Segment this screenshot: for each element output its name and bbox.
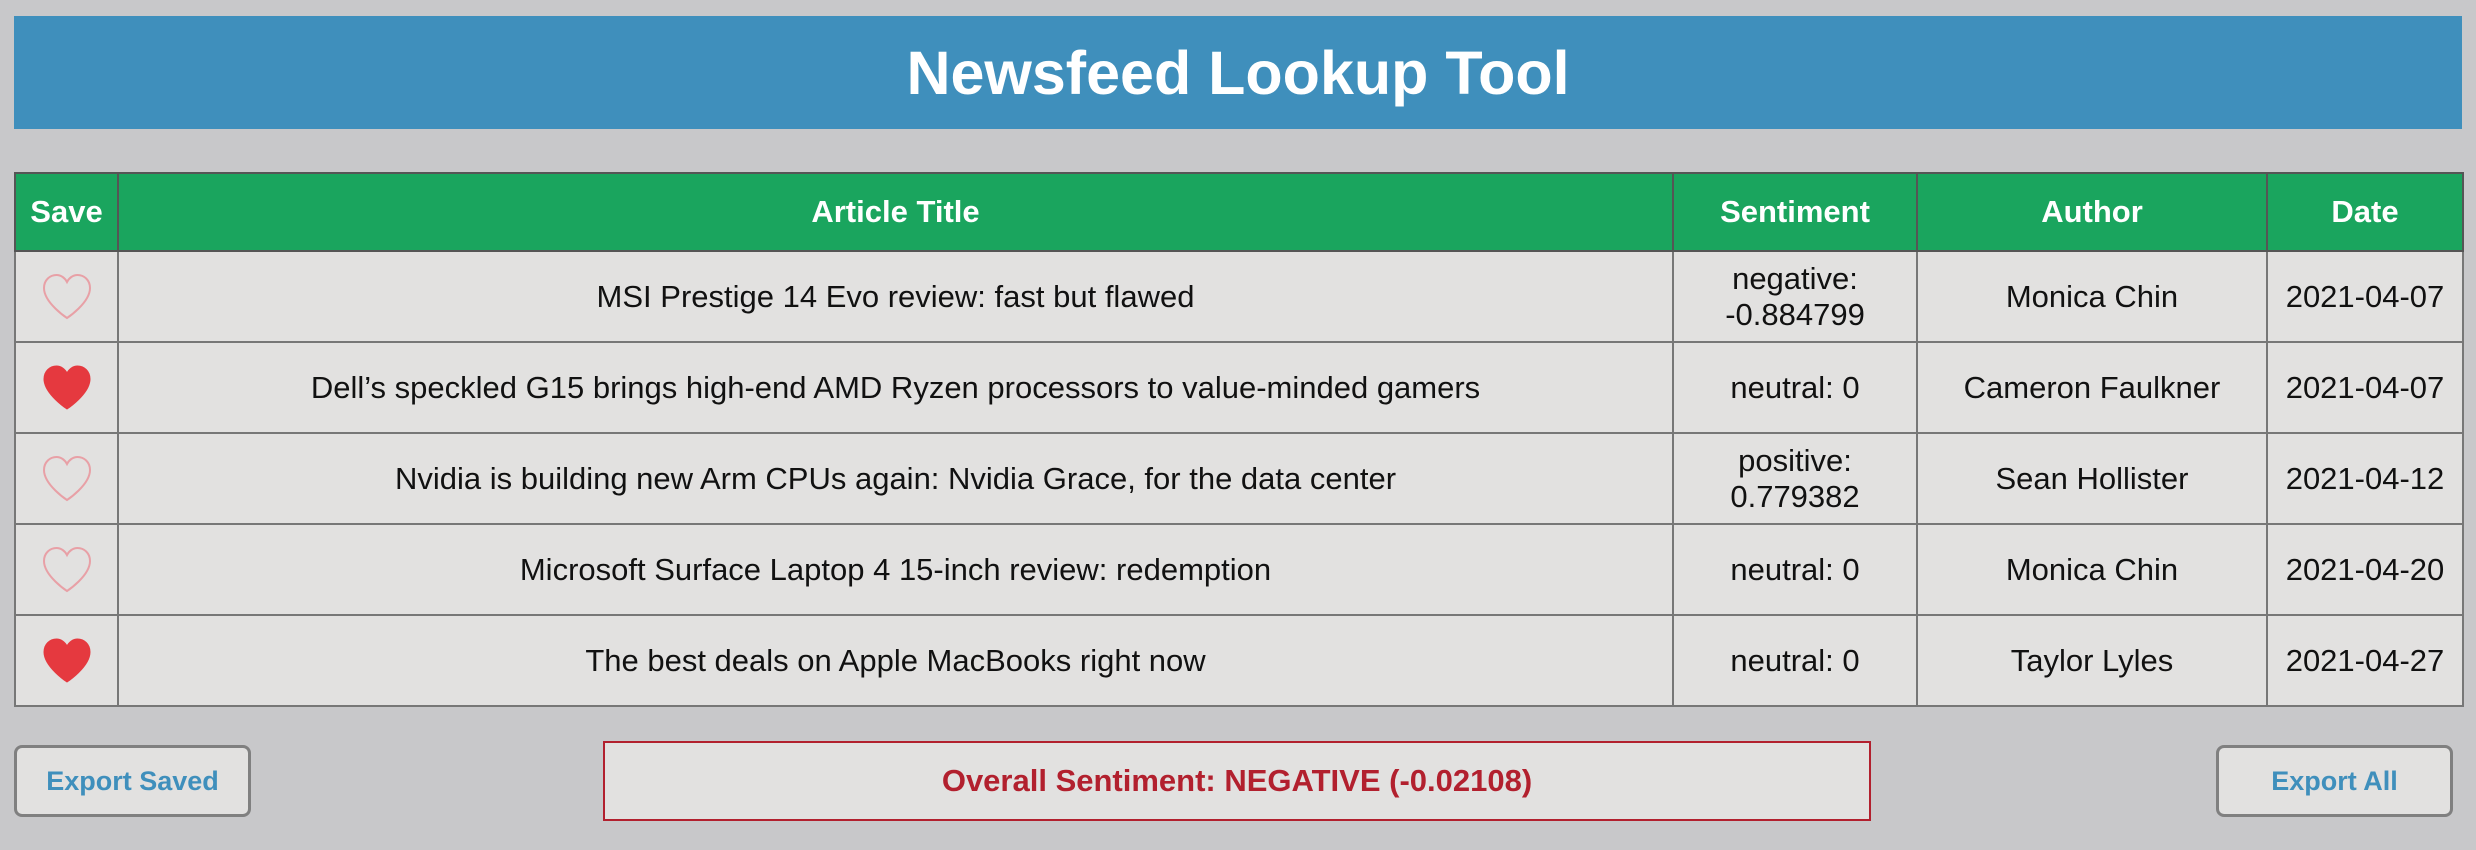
article-title-cell[interactable]: Microsoft Surface Laptop 4 15-inch revie…	[117, 523, 1674, 616]
sentiment-cell: negative: -0.884799	[1672, 250, 1918, 343]
column-header-date[interactable]: Date	[2266, 172, 2464, 252]
sentiment-label: negative:	[1732, 260, 1858, 296]
save-cell	[14, 523, 119, 616]
save-cell	[14, 341, 119, 434]
sentiment-label: neutral: 0	[1730, 369, 1860, 405]
sentiment-cell: neutral: 0	[1672, 523, 1918, 616]
sentiment-cell: neutral: 0	[1672, 341, 1918, 434]
table-row: The best deals on Apple MacBooks right n…	[14, 614, 2464, 707]
author-cell: Cameron Faulkner	[1916, 341, 2268, 434]
heart-outline-icon[interactable]	[40, 454, 94, 504]
page-header: Newsfeed Lookup Tool	[14, 16, 2462, 129]
sentiment-label: neutral: 0	[1730, 551, 1860, 587]
date-cell: 2021-04-20	[2266, 523, 2464, 616]
author-cell: Monica Chin	[1916, 250, 2268, 343]
author-cell: Taylor Lyles	[1916, 614, 2268, 707]
date-cell: 2021-04-27	[2266, 614, 2464, 707]
sentiment-score: 0.779382	[1730, 478, 1860, 514]
heart-filled-icon[interactable]	[40, 636, 94, 686]
date-cell: 2021-04-07	[2266, 341, 2464, 434]
save-cell	[14, 432, 119, 525]
heart-outline-icon[interactable]	[40, 545, 94, 595]
export-all-button[interactable]: Export All	[2216, 745, 2453, 817]
page-title: Newsfeed Lookup Tool	[906, 38, 1570, 107]
author-cell: Sean Hollister	[1916, 432, 2268, 525]
column-header-article-title[interactable]: Article Title	[117, 172, 1674, 252]
save-cell	[14, 250, 119, 343]
column-header-save[interactable]: Save	[14, 172, 119, 252]
article-title-cell[interactable]: Nvidia is building new Arm CPUs again: N…	[117, 432, 1674, 525]
column-header-sentiment[interactable]: Sentiment	[1672, 172, 1918, 252]
articles-table: Save Article Title Sentiment Author Date…	[14, 172, 2464, 707]
article-title-cell[interactable]: MSI Prestige 14 Evo review: fast but fla…	[117, 250, 1674, 343]
sentiment-label: positive:	[1738, 442, 1852, 478]
sentiment-label: neutral: 0	[1730, 642, 1860, 678]
sentiment-score: -0.884799	[1725, 296, 1865, 332]
table-row: Dell’s speckled G15 brings high-end AMD …	[14, 341, 2464, 434]
table-row: MSI Prestige 14 Evo review: fast but fla…	[14, 250, 2464, 343]
sentiment-cell: positive: 0.779382	[1672, 432, 1918, 525]
overall-sentiment-display: Overall Sentiment: NEGATIVE (-0.02108)	[603, 741, 1871, 821]
date-cell: 2021-04-07	[2266, 250, 2464, 343]
date-cell: 2021-04-12	[2266, 432, 2464, 525]
article-title-cell[interactable]: The best deals on Apple MacBooks right n…	[117, 614, 1674, 707]
author-cell: Monica Chin	[1916, 523, 2268, 616]
heart-filled-icon[interactable]	[40, 363, 94, 413]
table-row: Microsoft Surface Laptop 4 15-inch revie…	[14, 523, 2464, 616]
article-title-cell[interactable]: Dell’s speckled G15 brings high-end AMD …	[117, 341, 1674, 434]
column-header-author[interactable]: Author	[1916, 172, 2268, 252]
heart-outline-icon[interactable]	[40, 272, 94, 322]
export-saved-button[interactable]: Export Saved	[14, 745, 251, 817]
table-row: Nvidia is building new Arm CPUs again: N…	[14, 432, 2464, 525]
table-header-row: Save Article Title Sentiment Author Date	[14, 172, 2464, 252]
sentiment-cell: neutral: 0	[1672, 614, 1918, 707]
save-cell	[14, 614, 119, 707]
